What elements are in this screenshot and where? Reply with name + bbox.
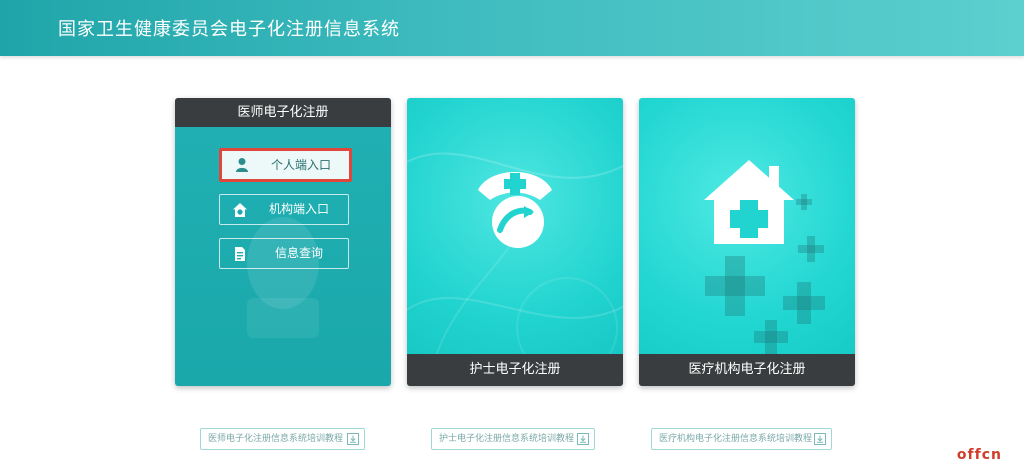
institution-card-title: 医疗机构电子化注册 [639, 354, 855, 386]
personal-entry-button[interactable]: 个人端入口 [219, 148, 352, 182]
institution-registration-card[interactable]: 医疗机构电子化注册 [639, 98, 855, 386]
download-icon [347, 433, 359, 445]
doctor-tutorial-label: 医师电子化注册信息系统培训教程 [208, 434, 344, 444]
nurse-tutorial-label: 护士电子化注册信息系统培训教程 [439, 434, 575, 444]
info-query-label: 信息查询 [274, 246, 323, 260]
institution-tutorial-download-link[interactable]: 医疗机构电子化注册信息系统培训教程 [651, 428, 832, 450]
home-icon [233, 203, 247, 217]
page-title: 国家卫生健康委员会电子化注册信息系统 [58, 19, 400, 40]
nurse-registration-card[interactable]: 护士电子化注册 [407, 98, 623, 386]
person-icon [236, 158, 248, 172]
nurse-tutorial-download-link[interactable]: 护士电子化注册信息系统培训教程 [431, 428, 595, 450]
info-query-button[interactable]: 信息查询 [219, 238, 349, 269]
medical-cross-decoration [705, 194, 825, 354]
download-icon [814, 433, 826, 445]
institution-entry-label: 机构端入口 [268, 202, 329, 216]
nurse-card-title: 护士电子化注册 [407, 354, 623, 386]
download-icon [577, 433, 589, 445]
personal-entry-label: 个人端入口 [270, 158, 331, 172]
watermark-text: offcn [956, 447, 1002, 463]
doctor-tutorial-download-link[interactable]: 医师电子化注册信息系统培训教程 [200, 428, 365, 450]
document-icon [235, 247, 245, 261]
nurse-cap-icon [478, 172, 552, 248]
institution-tutorial-label: 医疗机构电子化注册信息系统培训教程 [659, 434, 813, 444]
app-header: 国家卫生健康委员会电子化注册信息系统 [0, 0, 1024, 56]
institution-entry-button[interactable]: 机构端入口 [219, 194, 349, 225]
